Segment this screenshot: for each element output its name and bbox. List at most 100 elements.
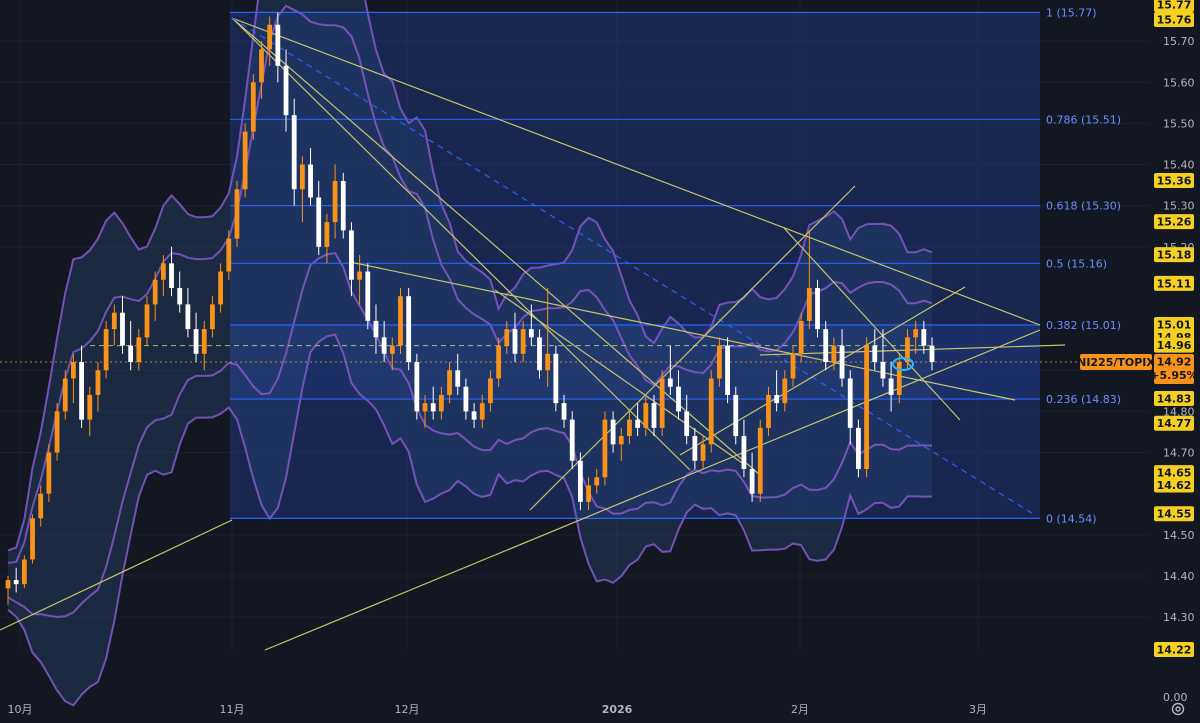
candle-body	[684, 411, 690, 437]
price-tag-label: 14.62	[1157, 479, 1192, 492]
price-tag-label: 15.76	[1157, 14, 1192, 27]
candle-body	[414, 362, 420, 412]
candle-body	[136, 337, 142, 363]
price-tag-label: 14.77	[1157, 417, 1192, 430]
candle-body	[815, 287, 820, 330]
candle-body	[676, 386, 681, 412]
candle-body	[864, 345, 869, 469]
candle-body	[422, 403, 428, 412]
candle-body	[880, 362, 886, 379]
candle-body	[741, 436, 747, 469]
time-tick-label: 12月	[395, 703, 420, 716]
candle-body	[111, 312, 117, 330]
candle-body	[87, 394, 93, 420]
fib-level-label: 0.382 (15.01)	[1046, 319, 1121, 332]
candle-body	[708, 378, 714, 445]
candle-body	[46, 452, 52, 494]
candle-body	[349, 230, 354, 280]
candle-body	[5, 580, 11, 589]
candle-body	[259, 49, 264, 83]
candle-body	[160, 263, 166, 280]
candle-body	[479, 403, 485, 420]
candle-body	[152, 279, 158, 305]
fib-level-label: 0.618 (15.30)	[1046, 200, 1121, 213]
candle-body	[30, 518, 35, 560]
candle-body	[667, 378, 673, 387]
candle-body	[659, 378, 665, 428]
candle-body	[226, 238, 232, 272]
candle-body	[610, 419, 616, 445]
candle-body	[177, 287, 183, 305]
price-tag-label: 14.22	[1157, 644, 1192, 657]
candle-body	[299, 164, 305, 190]
candle-body	[643, 403, 649, 428]
candle-body	[389, 345, 395, 354]
fib-level-label: 0 (14.54)	[1046, 512, 1097, 525]
candle-body	[267, 24, 273, 50]
candle-body	[569, 419, 575, 461]
candle-body	[774, 394, 780, 404]
price-tag-label: 14.83	[1157, 393, 1192, 406]
price-tag-label: 15.18	[1157, 249, 1192, 262]
time-tick-label: 2026	[602, 703, 633, 716]
candle-body	[169, 263, 174, 288]
candle-body	[823, 329, 829, 363]
candle-body	[234, 189, 240, 239]
price-tag-label: 14.96	[1157, 339, 1192, 352]
price-tag-label: 15.77	[1157, 0, 1192, 12]
candle-body	[438, 394, 444, 412]
price-tag-label: 14.55	[1157, 508, 1192, 521]
candle-body	[332, 181, 338, 223]
fib-level-label: 1 (15.77)	[1046, 6, 1097, 19]
candle-body	[749, 468, 755, 494]
price-tick-label: 15.60	[1163, 76, 1195, 89]
candle-body	[455, 370, 461, 387]
candle-body	[757, 427, 763, 494]
candle-body	[537, 337, 542, 371]
candle-body	[210, 304, 215, 330]
candle-body	[806, 287, 812, 321]
change-label: +5.95%	[1150, 369, 1197, 382]
candle-body	[62, 378, 68, 412]
candle-body	[561, 403, 567, 420]
candle-body	[308, 164, 313, 198]
last-price-label: 14.92	[1157, 356, 1192, 369]
candle-body	[144, 304, 150, 338]
candle-body	[512, 329, 518, 354]
candle-body	[577, 460, 583, 502]
price-tick-label: 15.40	[1163, 159, 1195, 172]
candle-body	[520, 329, 526, 354]
price-tick-label: 15.30	[1163, 200, 1195, 213]
candle-body	[201, 329, 207, 354]
price-tick-label: 14.40	[1163, 570, 1195, 583]
candle-body	[193, 329, 199, 354]
candle-body	[103, 329, 109, 371]
candle-body	[373, 320, 379, 338]
candle-body	[831, 345, 837, 363]
candle-body	[896, 362, 902, 395]
time-tick-label: 3月	[969, 703, 987, 716]
fib-level-label: 0.786 (15.51)	[1046, 113, 1121, 126]
candle-body	[790, 353, 796, 379]
fib-level-label: 0.5 (15.16)	[1046, 257, 1107, 270]
candle-body	[545, 353, 551, 371]
candle-body	[733, 394, 739, 437]
candle-body	[463, 386, 469, 412]
candle-body	[79, 362, 84, 420]
candle-body	[602, 419, 608, 478]
candle-body	[553, 353, 559, 404]
candle-body	[872, 345, 878, 363]
candle-body	[488, 378, 493, 404]
price-tag-label: 15.36	[1157, 175, 1192, 188]
candle-body	[340, 181, 346, 231]
candle-body	[716, 345, 722, 379]
price-chart[interactable]: 1 (15.77) 0.786 (15.51) 0.618 (15.30) 0.5 (…	[0, 0, 1200, 723]
settings-icon[interactable]	[1170, 701, 1186, 717]
candle-body	[627, 419, 632, 437]
candle-body	[504, 329, 510, 346]
candle-body	[242, 131, 248, 190]
candle-body	[847, 378, 853, 428]
candle-body	[913, 329, 919, 338]
candle-body	[586, 485, 591, 502]
candle-body	[316, 197, 322, 247]
